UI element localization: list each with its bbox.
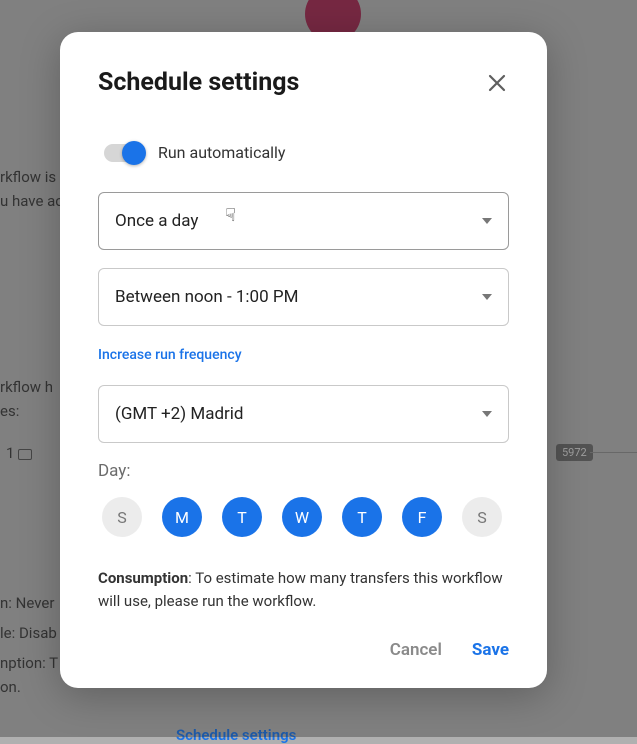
chevron-down-icon: [482, 294, 492, 300]
day-monday[interactable]: M: [162, 497, 202, 537]
run-automatically-row: Run automatically: [98, 143, 509, 162]
day-saturday[interactable]: S: [462, 497, 502, 537]
consumption-label: Consumption: [98, 569, 188, 587]
day-sunday[interactable]: S: [102, 497, 142, 537]
toggle-knob: [122, 141, 146, 165]
timezone-value: (GMT +2) Madrid: [115, 404, 244, 424]
toggle-label: Run automatically: [158, 143, 286, 162]
day-label: Day:: [98, 461, 509, 481]
cursor-hand-icon: ☟: [225, 205, 236, 226]
increase-frequency-link[interactable]: Increase run frequency: [98, 347, 242, 363]
day-friday[interactable]: F: [402, 497, 442, 537]
modal-header: Schedule settings: [98, 68, 509, 97]
frequency-select[interactable]: Once a day ☟: [98, 192, 509, 250]
frequency-value: Once a day: [115, 211, 198, 231]
close-button[interactable]: [485, 71, 509, 95]
modal-title: Schedule settings: [98, 68, 299, 97]
schedule-settings-modal: Schedule settings Run automatically Once…: [60, 32, 547, 688]
chevron-down-icon: [482, 218, 492, 224]
close-icon: [485, 71, 509, 95]
day-picker: S M T W T F S: [98, 497, 509, 537]
time-window-value: Between noon - 1:00 PM: [115, 287, 298, 307]
consumption-note: Consumption: To estimate how many transf…: [98, 567, 509, 612]
cancel-button[interactable]: Cancel: [390, 640, 442, 660]
time-window-select[interactable]: Between noon - 1:00 PM: [98, 268, 509, 326]
day-wednesday[interactable]: W: [282, 497, 322, 537]
timezone-select[interactable]: (GMT +2) Madrid: [98, 385, 509, 443]
save-button[interactable]: Save: [472, 640, 509, 660]
chevron-down-icon: [482, 411, 492, 417]
day-thursday[interactable]: T: [342, 497, 382, 537]
modal-actions: Cancel Save: [98, 640, 509, 660]
run-automatically-toggle[interactable]: [104, 144, 144, 162]
day-tuesday[interactable]: T: [222, 497, 262, 537]
